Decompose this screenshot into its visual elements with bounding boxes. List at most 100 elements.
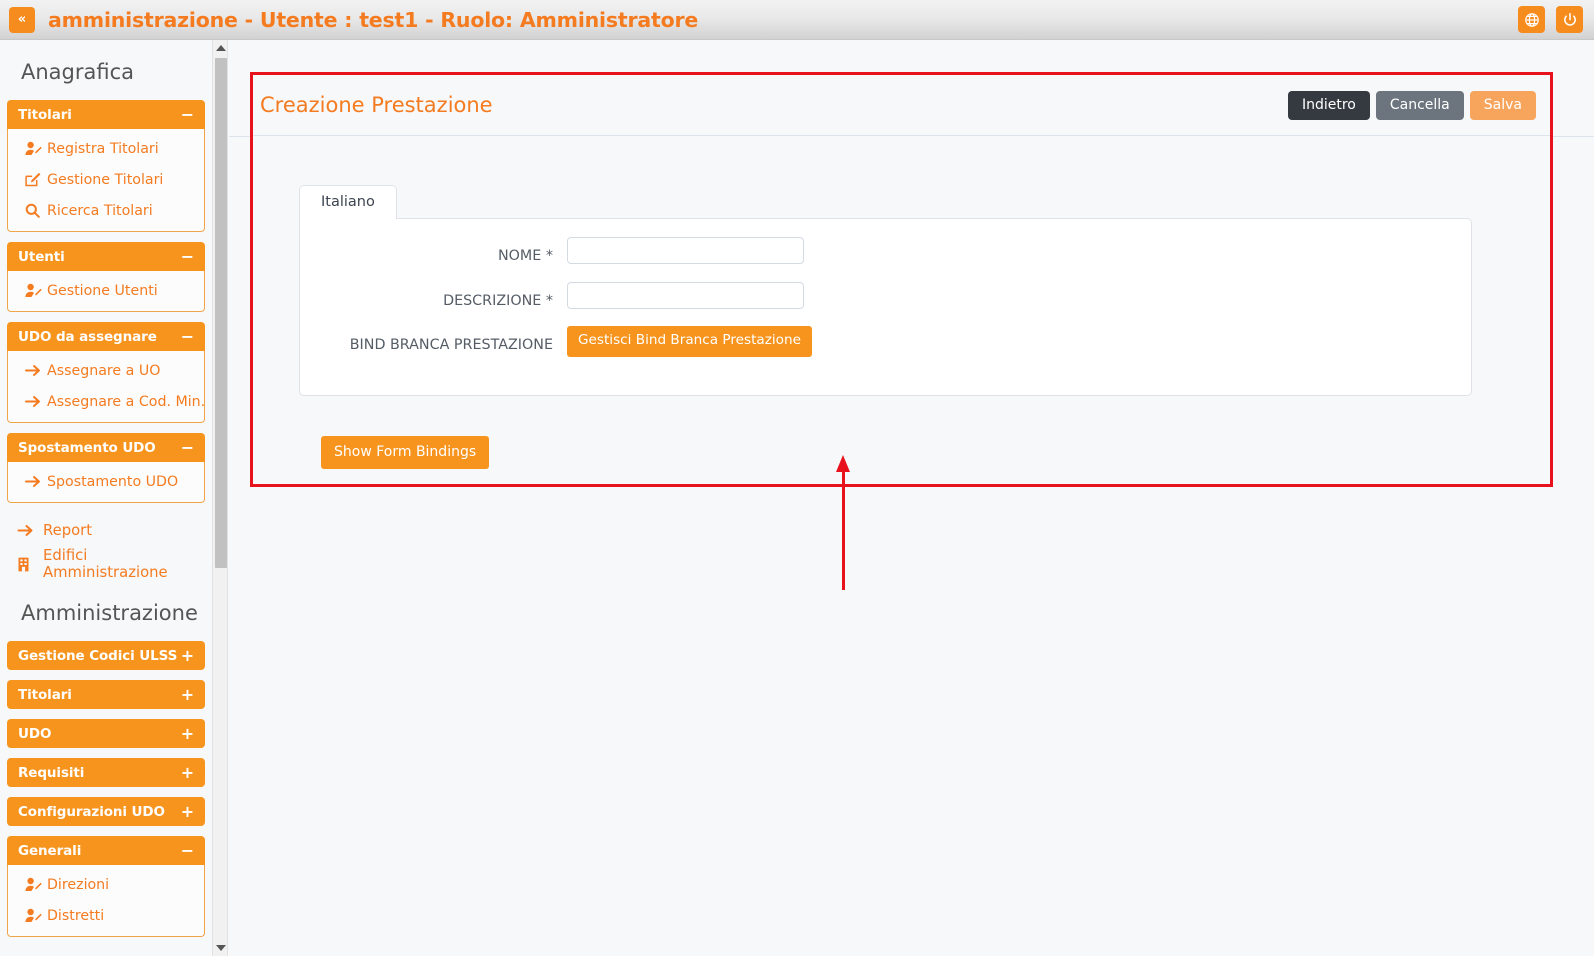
sidebar-group-label: Generali — [18, 843, 81, 859]
sidebar: Anagrafica Titolari − Registra Titolari — [0, 40, 212, 956]
sidebar-group-header-titolari-admin[interactable]: Titolari + — [7, 680, 205, 709]
sidebar-group-label: Titolari — [18, 107, 72, 123]
sidebar-scrollbar[interactable] — [212, 40, 228, 956]
scroll-down-button[interactable] — [213, 940, 229, 956]
collapse-toggle-icon: − — [181, 843, 194, 859]
arrow-shaft — [842, 469, 845, 590]
collapse-toggle-icon: − — [181, 329, 194, 345]
sidebar-group-header-configurazioni-udo[interactable]: Configurazioni UDO + — [7, 797, 205, 826]
sidebar-item-label: Assegnare a Cod. Min. — [47, 394, 205, 410]
tab-panel-italiano: NOME * DESCRIZIONE * BIND BRANCA PRESTAZ… — [299, 218, 1472, 396]
nome-input[interactable] — [567, 237, 804, 264]
language-button[interactable] — [1518, 6, 1545, 33]
sidebar-group-label: Titolari — [18, 687, 72, 703]
scrollbar-thumb[interactable] — [215, 58, 227, 568]
sidebar-item-assegnare-a-cod-min[interactable]: Assegnare a Cod. Min. — [8, 386, 204, 417]
form-row-nome: NOME * — [300, 237, 1471, 268]
sidebar-collapse-button[interactable]: « — [9, 7, 35, 33]
sidebar-group-udo-da-assegnare: UDO da assegnare − Assegnare a UO — [7, 322, 205, 423]
sidebar-item-gestione-titolari[interactable]: Gestione Titolari — [8, 164, 204, 195]
sidebar-group-header-udo[interactable]: UDO + — [7, 719, 205, 748]
triangle-down-icon — [216, 945, 226, 951]
globe-icon — [1524, 12, 1540, 28]
language-tabs: Italiano NOME * DESCRIZIONE * — [299, 185, 1472, 396]
chevron-double-left-icon: « — [18, 13, 26, 26]
sidebar-section-title-amministrazione: Amministrazione — [7, 581, 205, 641]
sidebar-item-label: Report — [43, 522, 92, 539]
collapse-toggle-icon: − — [181, 107, 194, 123]
user-edit-icon — [25, 908, 47, 923]
sidebar-group-header-udo-da-assegnare[interactable]: UDO da assegnare − — [7, 322, 205, 351]
sidebar-group-requisiti: Requisiti + — [7, 758, 205, 787]
sidebar-group-label: Gestione Codici ULSS — [18, 648, 177, 664]
sidebar-group-titolari-admin: Titolari + — [7, 680, 205, 709]
save-button[interactable]: Salva — [1470, 91, 1536, 120]
annotation-arrow-up — [836, 455, 850, 590]
collapse-toggle-icon: − — [181, 440, 194, 456]
card-title: Creazione Prestazione — [258, 93, 493, 117]
sidebar-group-label: Utenti — [18, 249, 65, 265]
sidebar-group-header-gestione-codici-ulss[interactable]: Gestione Codici ULSS + — [7, 641, 205, 670]
page-title: amministrazione - Utente : test1 - Ruolo… — [48, 8, 698, 32]
arrow-right-icon — [25, 475, 47, 488]
sidebar-group-label: Configurazioni UDO — [18, 804, 165, 820]
sidebar-item-label: Gestione Titolari — [47, 172, 163, 188]
search-icon — [25, 203, 47, 218]
sidebar-item-ricerca-titolari[interactable]: Ricerca Titolari — [8, 195, 204, 226]
sidebar-item-label: Gestione Utenti — [47, 283, 158, 299]
collapse-toggle-icon: − — [181, 249, 194, 265]
sidebar-group-header-generali[interactable]: Generali − — [7, 836, 205, 865]
triangle-up-icon — [216, 45, 226, 51]
expand-toggle-icon: + — [181, 804, 194, 820]
user-edit-icon — [25, 141, 47, 156]
sidebar-group-body: Assegnare a UO Assegnare a Cod. Min. — [7, 351, 205, 423]
sidebar-group-gestione-codici-ulss: Gestione Codici ULSS + — [7, 641, 205, 670]
back-button[interactable]: Indietro — [1288, 91, 1370, 120]
expand-toggle-icon: + — [181, 648, 194, 664]
sidebar-group-label: UDO — [18, 726, 51, 742]
arrow-right-icon — [25, 395, 47, 408]
sidebar-group-titolari: Titolari − Registra Titolari — [7, 100, 205, 232]
gestisci-bind-branca-prestazione-button[interactable]: Gestisci Bind Branca Prestazione — [567, 326, 812, 357]
power-icon — [1562, 12, 1578, 28]
sidebar-item-spostamento-udo[interactable]: Spostamento UDO — [8, 466, 204, 497]
sidebar-item-label: Edifici Amministrazione — [43, 547, 205, 581]
top-bar-actions — [1518, 6, 1583, 33]
top-bar: « amministrazione - Utente : test1 - Ruo… — [0, 0, 1594, 40]
show-form-bindings-button[interactable]: Show Form Bindings — [321, 436, 489, 469]
sidebar-item-label: Registra Titolari — [47, 141, 159, 157]
building-icon — [17, 557, 43, 572]
sidebar-group-header-spostamento-udo[interactable]: Spostamento UDO − — [7, 433, 205, 462]
arrow-right-icon — [25, 364, 47, 377]
sidebar-item-assegnare-a-uo[interactable]: Assegnare a UO — [8, 355, 204, 386]
sidebar-group-body: Direzioni Distretti — [7, 865, 205, 937]
sidebar-item-registra-titolari[interactable]: Registra Titolari — [8, 133, 204, 164]
sidebar-item-gestione-utenti[interactable]: Gestione Utenti — [8, 275, 204, 306]
sidebar-section-title-anagrafica: Anagrafica — [7, 40, 205, 100]
sidebar-group-header-requisiti[interactable]: Requisiti + — [7, 758, 205, 787]
sidebar-group-udo: UDO + — [7, 719, 205, 748]
form-row-descrizione: DESCRIZIONE * — [300, 282, 1471, 313]
logout-button[interactable] — [1556, 6, 1583, 33]
sidebar-item-edifici-amministrazione[interactable]: Edifici Amministrazione — [7, 547, 205, 581]
descrizione-input[interactable] — [567, 282, 804, 309]
label-bind-branca-prestazione: BIND BRANCA PRESTAZIONE — [300, 326, 567, 357]
card-body: Italiano NOME * DESCRIZIONE * — [253, 136, 1550, 484]
sidebar-item-label: Assegnare a UO — [47, 363, 160, 379]
sidebar-item-label: Distretti — [47, 908, 104, 924]
sidebar-item-label: Direzioni — [47, 877, 109, 893]
pencil-square-icon — [25, 172, 47, 187]
sidebar-group-header-utenti[interactable]: Utenti − — [7, 242, 205, 271]
scroll-up-button[interactable] — [213, 40, 229, 56]
user-edit-icon — [25, 283, 47, 298]
sidebar-group-spostamento-udo: Spostamento UDO − Spostamento UDO — [7, 433, 205, 503]
sidebar-item-distretti[interactable]: Distretti — [8, 900, 204, 931]
tab-italiano[interactable]: Italiano — [299, 185, 397, 219]
tab-row: Italiano — [299, 185, 1472, 218]
sidebar-group-header-titolari[interactable]: Titolari − — [7, 100, 205, 129]
sidebar-item-direzioni[interactable]: Direzioni — [8, 869, 204, 900]
card-actions: Indietro Cancella Salva — [1288, 91, 1536, 120]
sidebar-group-body: Gestione Utenti — [7, 271, 205, 312]
cancel-button[interactable]: Cancella — [1376, 91, 1464, 120]
sidebar-item-report[interactable]: Report — [7, 513, 205, 547]
